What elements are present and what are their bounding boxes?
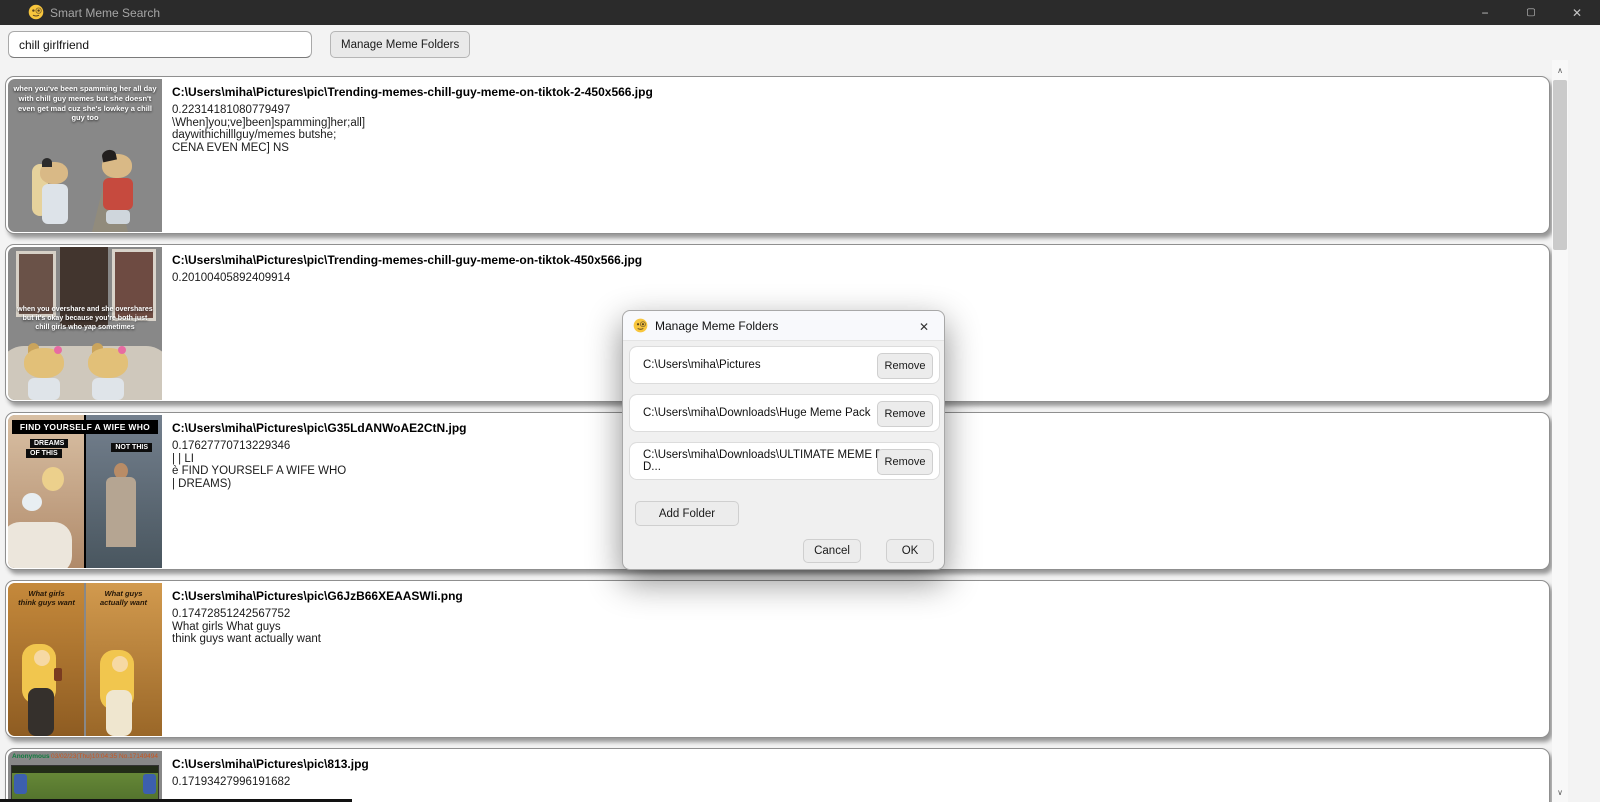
meme-label: OF THIS	[26, 449, 62, 458]
result-card[interactable]: when you've been spamming her all day wi…	[5, 76, 1550, 234]
chill-girl-character	[86, 348, 130, 400]
result-card[interactable]: What girls think guys want What guys act…	[5, 580, 1550, 738]
cancel-button[interactable]: Cancel	[803, 539, 861, 563]
meme-thumbnail[interactable]: Anonymous 03/02/23(Thu)10:04:35 No.17149…	[8, 751, 162, 802]
titlebar: Smart Meme Search − ▢ ✕	[0, 0, 1600, 25]
match-score: 0.22314181080779497	[172, 104, 1537, 117]
dialog-close-icon[interactable]: ✕	[914, 317, 934, 337]
manage-folders-dialog: Manage Meme Folders ✕ C:\Users\miha\Pict…	[622, 310, 945, 570]
add-folder-button[interactable]: Add Folder	[635, 501, 739, 526]
blanket-shape	[8, 522, 72, 568]
manage-folders-button[interactable]: Manage Meme Folders	[330, 31, 470, 58]
folder-path: C:\Users\miha\Downloads\Huge Meme Pack	[643, 395, 871, 431]
meme-thumbnail[interactable]: when you overshare and she overshares bu…	[8, 247, 162, 400]
match-score: 0.20100405892409914	[172, 272, 1537, 285]
ocr-text: What girls What guys think guys want act…	[172, 621, 1537, 646]
girl-figure	[100, 650, 142, 736]
ocr-line: \When]you;ve]been]spamming]her;all]	[172, 117, 1537, 130]
meme-thumbnail[interactable]: FIND YOURSELF A WIFE WHO DREAMS OF THIS …	[8, 415, 162, 568]
maximize-button[interactable]: ▢	[1508, 0, 1554, 25]
girl-figure	[22, 644, 68, 736]
scrollbar-track[interactable]: ∧ ∨	[1552, 60, 1568, 802]
ok-button[interactable]: OK	[886, 539, 934, 563]
post-image	[11, 765, 159, 802]
remove-folder-button[interactable]: Remove	[877, 353, 933, 379]
file-path: C:\Users\miha\Pictures\pic\813.jpg	[172, 757, 1537, 771]
panel-divider	[84, 415, 86, 568]
folder-row: C:\Users\miha\Downloads\Huge Meme Pack R…	[629, 394, 940, 432]
scroll-up-button[interactable]: ∧	[1552, 62, 1568, 78]
ocr-line: daywithichilllguy/memes butshe;	[172, 129, 1537, 142]
scrollbar-thumb[interactable]	[1553, 80, 1567, 250]
ocr-line: think guys want actually want	[172, 633, 1537, 646]
dialog-titlebar: Manage Meme Folders ✕	[623, 311, 944, 341]
meme-banner: FIND YOURSELF A WIFE WHO	[12, 420, 158, 434]
baby-figure	[22, 493, 42, 511]
chill-girl-character	[38, 162, 72, 228]
meme-caption: when you've been spamming her all day wi…	[13, 84, 157, 123]
search-input[interactable]	[8, 31, 312, 58]
meme-caption: when you overshare and she overshares bu…	[16, 305, 154, 332]
chill-girl-character	[22, 348, 66, 400]
meme-label: DREAMS	[30, 439, 68, 448]
meme-label: What guys actually want	[85, 589, 162, 608]
ocr-line: What girls What guys	[172, 621, 1537, 634]
meme-thumbnail[interactable]: when you've been spamming her all day wi…	[8, 79, 162, 232]
minimize-button[interactable]: −	[1462, 0, 1508, 25]
meme-label: NOT THIS	[111, 443, 152, 452]
ocr-line: CENA EVEN MEC] NS	[172, 142, 1537, 155]
dialog-app-icon	[633, 318, 648, 333]
window-title: Smart Meme Search	[50, 6, 160, 20]
ocr-text: \When]you;ve]been]spamming]her;all] dayw…	[172, 117, 1537, 155]
post-header: Anonymous 03/02/23(Thu)10:04:35 No.17149…	[12, 753, 158, 760]
folder-row: C:\Users\miha\Downloads\ULTIMATE MEME PA…	[629, 442, 940, 480]
chill-guy-character	[100, 154, 136, 228]
match-score: 0.17472851242567752	[172, 608, 1537, 621]
meme-thumbnail[interactable]: What girls think guys want What guys act…	[8, 583, 162, 736]
mom-figure	[42, 467, 64, 491]
meme-label: What girls think guys want	[8, 589, 85, 608]
remove-folder-button[interactable]: Remove	[877, 449, 933, 475]
match-score: 0.17193427996191682	[172, 776, 1537, 789]
app-icon	[28, 4, 44, 20]
scroll-down-button[interactable]: ∨	[1552, 784, 1568, 800]
remove-folder-button[interactable]: Remove	[877, 401, 933, 427]
result-card[interactable]: Anonymous 03/02/23(Thu)10:04:35 No.17149…	[5, 748, 1550, 802]
post-timestamp: 03/02/23(Thu)10:04:35 No.17149494	[51, 753, 158, 760]
file-path: C:\Users\miha\Pictures\pic\Trending-meme…	[172, 253, 1537, 267]
businesswoman-figure	[106, 477, 136, 547]
folder-path: C:\Users\miha\Pictures	[643, 347, 761, 383]
file-path: C:\Users\miha\Pictures\pic\G6JzB66XEAASW…	[172, 589, 1537, 603]
folder-row: C:\Users\miha\Pictures Remove	[629, 346, 940, 384]
dialog-title: Manage Meme Folders	[655, 319, 778, 333]
close-button[interactable]: ✕	[1554, 0, 1600, 25]
file-path: C:\Users\miha\Pictures\pic\Trending-meme…	[172, 85, 1537, 99]
poster-name: Anonymous	[12, 753, 50, 760]
